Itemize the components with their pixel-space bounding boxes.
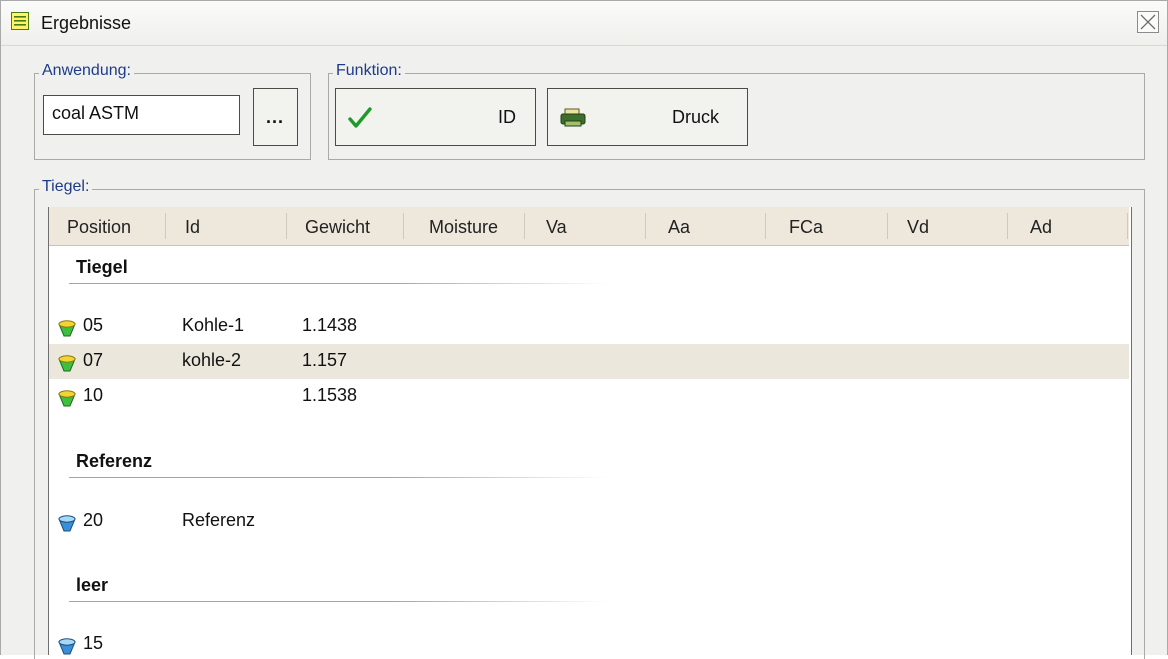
cell-position: 15 bbox=[83, 633, 104, 653]
results-window: Ergebnisse Anwendung: coal ASTM ... Funk… bbox=[0, 0, 1168, 659]
column-header-id[interactable]: Id bbox=[185, 217, 200, 238]
funktion-label: Funktion: bbox=[333, 62, 405, 80]
anwendung-label: Anwendung: bbox=[39, 62, 134, 80]
group-divider bbox=[69, 477, 609, 478]
cell-id: Referenz bbox=[182, 510, 256, 530]
column-header-aa[interactable]: Aa bbox=[668, 217, 690, 238]
cell-id: Kohle-1 bbox=[182, 315, 245, 335]
column-divider[interactable] bbox=[165, 213, 166, 239]
cell-gewicht: 1.1538 bbox=[302, 385, 358, 405]
print-button[interactable]: Druck bbox=[547, 88, 748, 146]
browse-button-label: ... bbox=[266, 107, 285, 127]
close-x-icon bbox=[1140, 14, 1156, 30]
column-divider[interactable] bbox=[403, 213, 404, 239]
column-divider[interactable] bbox=[524, 213, 525, 239]
table-header: Position Id Gewicht Moisture Va Aa FCa V… bbox=[49, 207, 1129, 246]
table-row-selected[interactable]: 07 kohle-2 1.157 bbox=[49, 344, 1129, 379]
group-header-leer[interactable]: leer bbox=[76, 575, 108, 596]
print-button-label: Druck bbox=[672, 107, 720, 127]
crucible-table[interactable]: Position Id Gewicht Moisture Va Aa FCa V… bbox=[48, 207, 1132, 655]
crucible-green-icon bbox=[58, 390, 76, 407]
column-header-vd[interactable]: Vd bbox=[907, 217, 929, 238]
column-header-position[interactable]: Position bbox=[67, 217, 131, 238]
cell-position: 20 bbox=[83, 510, 104, 530]
close-button[interactable] bbox=[1137, 11, 1159, 33]
crucible-green-icon bbox=[58, 320, 76, 337]
group-header-tiegel[interactable]: Tiegel bbox=[76, 257, 128, 278]
cell-gewicht: 1.1438 bbox=[302, 315, 358, 335]
column-header-fca[interactable]: FCa bbox=[789, 217, 823, 238]
crucible-blue-icon bbox=[58, 515, 76, 532]
printer-icon bbox=[560, 108, 586, 127]
list-window-icon bbox=[11, 12, 29, 30]
crucible-green-icon bbox=[58, 355, 76, 372]
id-button[interactable]: ID bbox=[335, 88, 536, 146]
column-header-va[interactable]: Va bbox=[546, 217, 567, 238]
column-header-ad[interactable]: Ad bbox=[1030, 217, 1052, 238]
column-divider[interactable] bbox=[286, 213, 287, 239]
cell-position: 10 bbox=[83, 385, 104, 405]
title-bar: Ergebnisse bbox=[1, 1, 1167, 46]
group-divider bbox=[69, 601, 609, 602]
cell-gewicht: 1.157 bbox=[302, 350, 348, 370]
column-divider[interactable] bbox=[1127, 213, 1128, 239]
table-row[interactable]: 10 1.1538 bbox=[49, 379, 1129, 414]
column-divider[interactable] bbox=[1007, 213, 1008, 239]
table-row[interactable]: 20 Referenz bbox=[49, 504, 1129, 539]
cell-id: kohle-2 bbox=[182, 350, 242, 370]
group-divider bbox=[69, 283, 609, 284]
green-checkmark-icon bbox=[348, 107, 372, 128]
application-field[interactable]: coal ASTM bbox=[43, 95, 240, 135]
crucible-blue-icon bbox=[58, 638, 76, 655]
table-row[interactable]: 15 bbox=[49, 627, 1129, 655]
browse-application-button[interactable]: ... bbox=[253, 88, 298, 146]
group-header-referenz[interactable]: Referenz bbox=[76, 451, 152, 472]
id-button-label: ID bbox=[498, 107, 516, 127]
tiegel-label: Tiegel: bbox=[39, 178, 93, 196]
table-row[interactable]: 05 Kohle-1 1.1438 bbox=[49, 309, 1129, 344]
column-header-moisture[interactable]: Moisture bbox=[429, 217, 498, 238]
window-title: Ergebnisse bbox=[41, 13, 132, 33]
cell-position: 07 bbox=[83, 350, 104, 370]
column-header-gewicht[interactable]: Gewicht bbox=[305, 217, 370, 238]
cell-position: 05 bbox=[83, 315, 104, 335]
column-divider[interactable] bbox=[887, 213, 888, 239]
column-divider[interactable] bbox=[645, 213, 646, 239]
column-divider[interactable] bbox=[765, 213, 766, 239]
